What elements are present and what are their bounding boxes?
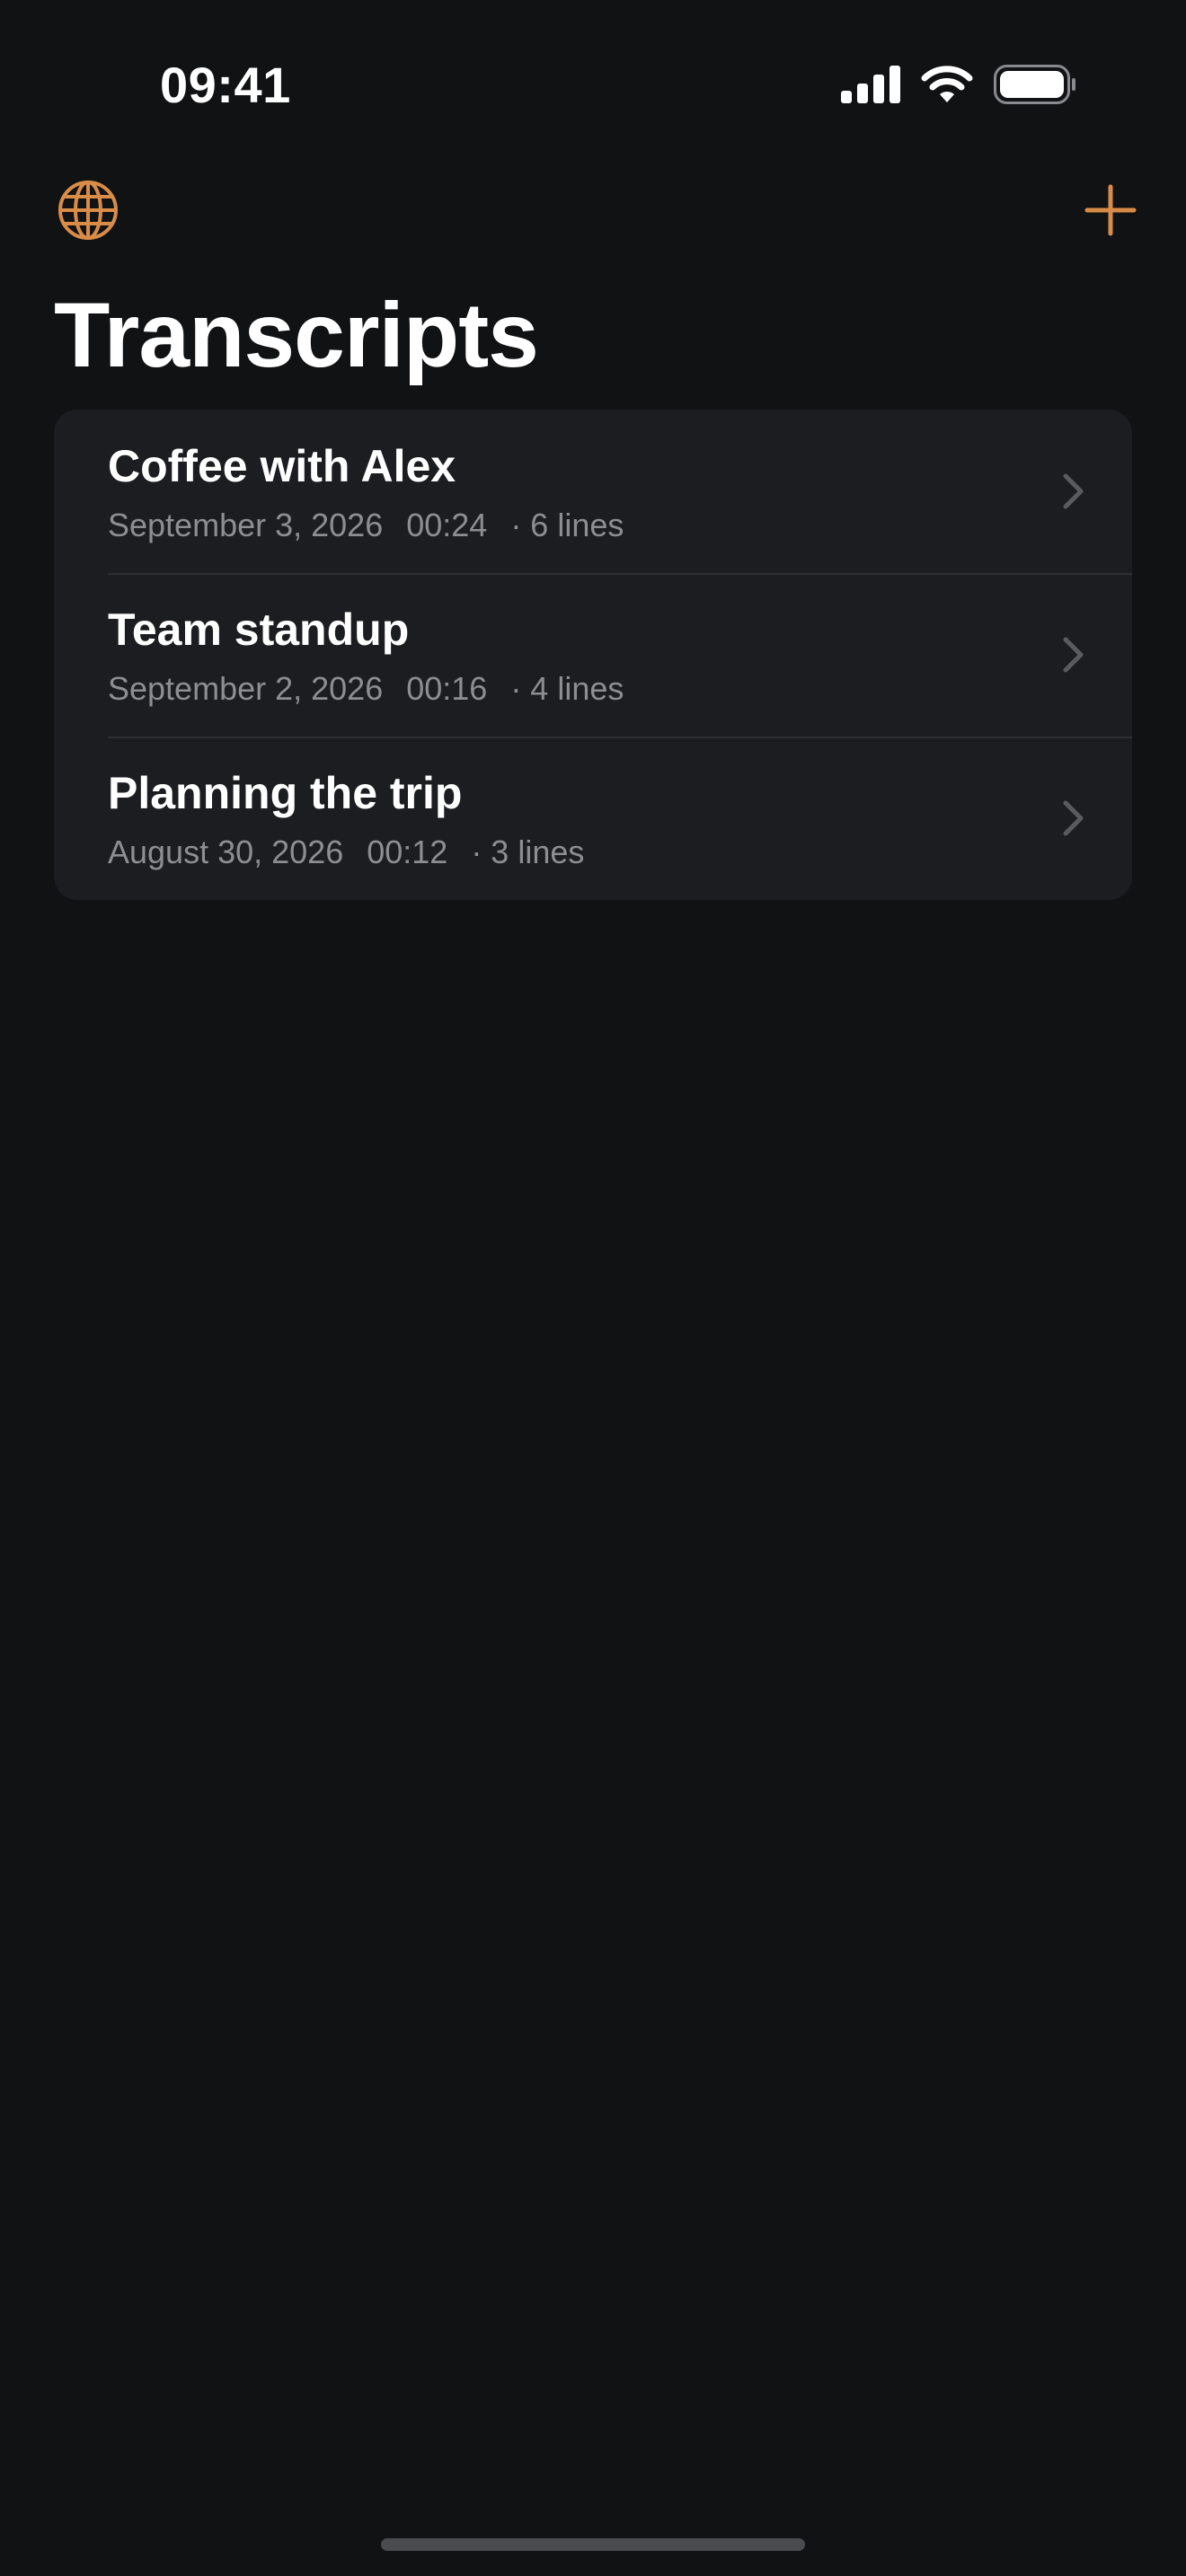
transcript-lines: · 4 lines xyxy=(510,670,624,707)
cellular-signal-icon xyxy=(841,66,900,103)
add-transcript-button[interactable] xyxy=(1075,176,1146,248)
list-item[interactable]: Team standup September 2, 2026 00:16 · 4… xyxy=(54,573,1132,737)
transcript-duration: 00:24 xyxy=(406,507,488,543)
chevron-right-icon xyxy=(1062,472,1085,515)
list-item[interactable]: Planning the trip August 30, 2026 00:12 … xyxy=(54,737,1132,900)
language-button[interactable] xyxy=(52,176,124,248)
transcript-meta: September 3, 2026 00:24 · 6 lines xyxy=(108,507,624,544)
transcript-meta: August 30, 2026 00:12 · 3 lines xyxy=(108,834,584,871)
status-bar: 09:41 xyxy=(0,0,1186,171)
home-indicator[interactable] xyxy=(381,2538,805,2551)
status-time: 09:41 xyxy=(160,57,291,113)
battery-icon xyxy=(994,65,1076,104)
transcript-title: Coffee with Alex xyxy=(108,441,456,491)
transcript-date: September 2, 2026 xyxy=(108,670,384,707)
transcript-title: Team standup xyxy=(108,604,410,655)
transcript-meta: September 2, 2026 00:16 · 4 lines xyxy=(108,670,624,708)
transcript-date: September 3, 2026 xyxy=(108,507,384,543)
transcript-lines: · 6 lines xyxy=(510,507,624,543)
transcript-date: August 30, 2026 xyxy=(108,834,344,870)
list-item[interactable]: Coffee with Alex September 3, 2026 00:24… xyxy=(54,410,1132,573)
status-icons xyxy=(841,65,1076,104)
chevron-right-icon xyxy=(1062,636,1085,678)
transcript-duration: 00:16 xyxy=(406,670,488,707)
globe-icon xyxy=(57,179,119,246)
chevron-right-icon xyxy=(1062,799,1085,842)
transcripts-list: Coffee with Alex September 3, 2026 00:24… xyxy=(54,410,1132,900)
transcript-title: Planning the trip xyxy=(108,768,463,818)
transcript-lines: · 3 lines xyxy=(471,834,585,870)
transcript-duration: 00:12 xyxy=(367,834,448,870)
wifi-icon xyxy=(920,65,974,104)
plus-icon xyxy=(1084,184,1137,241)
page-title: Transcripts xyxy=(54,284,539,386)
